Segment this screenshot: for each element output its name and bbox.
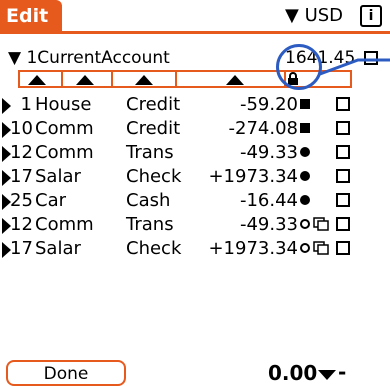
row-checkbox[interactable] [336,145,350,159]
row-checkbox[interactable] [336,241,350,255]
row-amount: +1973.34 [208,238,298,259]
row-payee: Comm [35,118,94,139]
row-category: Cash [126,190,171,211]
copy-icon [313,217,329,231]
row-payee: Salar [35,166,81,187]
status-square-icon [300,123,310,133]
account-name: 1CurrentAccount [26,48,170,68]
row-date: 10 [10,118,33,139]
row-checkbox[interactable] [336,217,350,231]
row-amount: -274.08 [228,118,298,139]
row-amount: +1973.34 [208,166,298,187]
row-payee: Comm [35,214,94,235]
footer-total: 0.00 [268,361,318,385]
sort-arrow-icon[interactable] [135,75,153,85]
account-selector[interactable]: ▼ 1CurrentAccount [8,48,170,68]
row-amount: -16.44 [239,190,298,211]
title-underline [0,31,390,34]
status-ring-icon [300,219,310,229]
row-category: Check [126,238,182,259]
status-dot-icon [300,147,310,157]
row-date: 12 [10,142,33,163]
row-amount: -49.33 [239,142,298,163]
done-button[interactable]: Done [6,360,126,386]
row-date: 1 [20,94,32,115]
row-checkbox[interactable] [336,121,350,135]
row-checkbox[interactable] [336,97,350,111]
row-date: 17 [10,166,33,187]
row-amount: -49.33 [239,214,298,235]
sort-arrow-icon[interactable] [76,75,94,85]
table-row[interactable]: 12 Comm Trans -49.33 [0,142,390,166]
table-row[interactable]: 1 House Credit -59.20 [0,94,390,118]
row-payee: Car [35,190,66,211]
table-row[interactable]: 25 Car Cash -16.44 [0,190,390,214]
row-date: 17 [10,238,33,259]
row-payee: Comm [35,142,94,163]
column-divider [175,72,177,86]
row-date: 25 [10,190,33,211]
status-square-icon [300,99,310,109]
row-category: Trans [126,142,174,163]
row-payee: Salar [35,238,81,259]
status-dot-icon [300,171,310,181]
table-row[interactable]: 12 Comm Trans -49.33 [0,214,390,238]
row-amount: -59.20 [239,94,298,115]
currency-selector[interactable]: ▼ USD [285,5,343,27]
row-category: Credit [126,94,181,115]
table-row[interactable]: 17 Salar Check +1973.34 [0,238,390,262]
table-row[interactable]: 17 Salar Check +1973.34 [0,166,390,190]
row-checkbox[interactable] [336,169,350,183]
copy-icon [313,241,329,255]
callout-line [319,58,390,76]
sort-arrow-icon[interactable] [226,75,244,85]
status-ring-icon [300,243,310,253]
chevron-down-icon: ▼ [285,5,299,26]
row-category: Check [126,166,182,187]
table-row[interactable]: 10 Comm Credit -274.08 [0,118,390,142]
currency-label: USD [304,5,344,26]
status-dot-icon [300,195,310,205]
row-category: Trans [126,214,174,235]
row-checkbox[interactable] [336,193,350,207]
column-divider [111,72,113,86]
footer-dash: - [338,360,347,384]
column-divider [61,72,63,86]
row-payee: House [35,94,92,115]
highlight-circle [276,44,322,90]
info-icon[interactable]: i [360,5,382,27]
page-title: Edit [0,0,62,33]
chevron-down-icon: ▼ [8,48,22,68]
sort-arrow-icon[interactable] [28,75,46,85]
row-date: 12 [10,214,33,235]
chevron-down-icon[interactable] [318,370,336,380]
row-category: Credit [126,118,181,139]
